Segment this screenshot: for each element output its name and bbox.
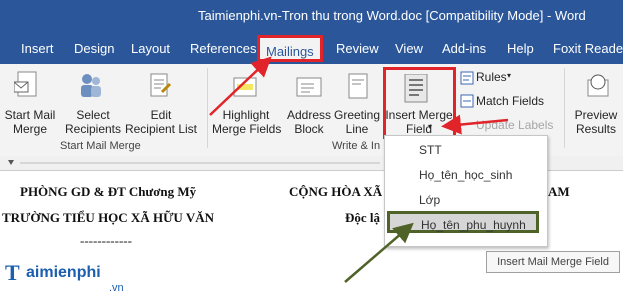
logo-suffix: .vn [109, 282, 124, 294]
logo: T aimienphi .vn [4, 260, 124, 294]
logo-text: aimienphi [26, 264, 101, 281]
arrow-to-mailings [209, 56, 272, 116]
arrow-to-selected-field [344, 222, 414, 283]
arrow-to-insert-merge-field [441, 114, 509, 135]
svg-text:T: T [5, 262, 20, 284]
annotation-arrows [209, 56, 509, 283]
logo-icon: T [5, 260, 20, 285]
